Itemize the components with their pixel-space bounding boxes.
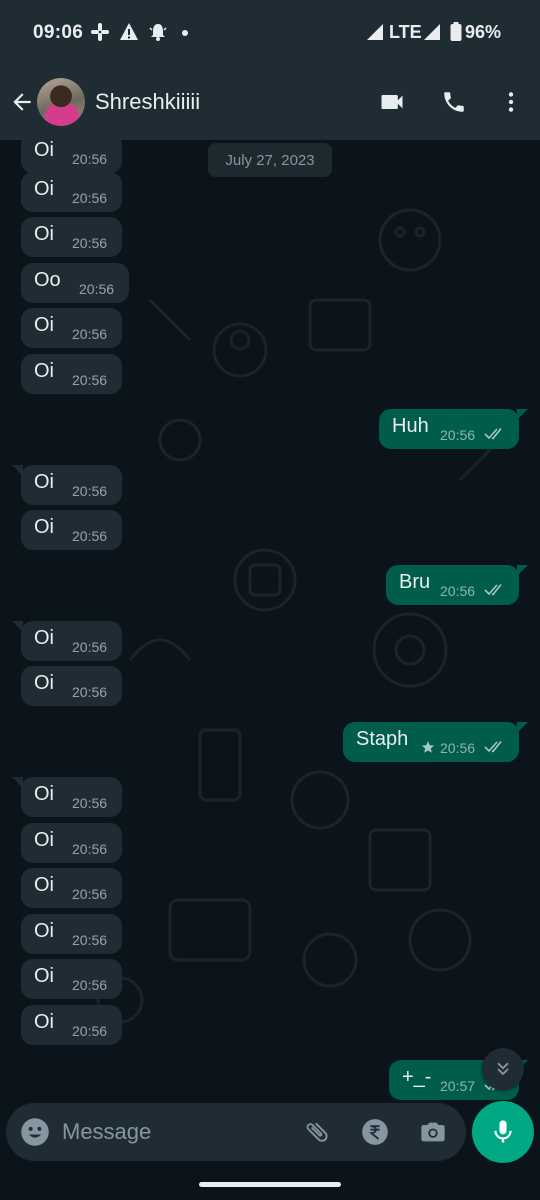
message-text: Oi	[34, 223, 54, 245]
message-text: Oi	[34, 314, 54, 336]
message-time: 20:56	[440, 427, 476, 443]
message-time: 20:56	[72, 684, 108, 700]
message-text: Oi	[34, 178, 54, 200]
mic-icon	[494, 1120, 512, 1143]
message-text: Oi	[34, 140, 54, 161]
status-bar: 09:06 LTE 96%	[0, 0, 540, 64]
message-bubble-incoming[interactable]: Oi 20:56	[21, 1005, 122, 1045]
slack-icon	[90, 22, 110, 42]
message-time: 20:56	[72, 326, 108, 342]
contact-name[interactable]: Shreshkiiiii	[95, 89, 200, 115]
message-bubble-incoming[interactable]: Oi 20:56	[12, 465, 122, 505]
message-text: Oi	[34, 627, 54, 649]
message-text: Oi	[34, 516, 54, 538]
message-text: Oi	[34, 829, 54, 851]
message-time: 20:56	[72, 528, 108, 544]
dot-icon	[181, 22, 189, 42]
message-bubble-outgoing[interactable]: Bru 20:56	[386, 565, 528, 605]
message-text: Oi	[34, 360, 54, 382]
message-text: Oi	[34, 965, 54, 987]
message-time: 20:56	[72, 932, 108, 948]
message-text: Oi	[34, 471, 54, 493]
message-time: 20:56	[72, 483, 108, 499]
emoji-icon[interactable]	[20, 1117, 50, 1147]
message-time: 20:56	[72, 639, 108, 655]
star-icon	[421, 741, 435, 753]
message-bubble-incoming[interactable]: Oi 20:56	[21, 217, 122, 257]
signal-icon	[366, 22, 384, 42]
message-time: 20:56	[72, 151, 108, 167]
message-time: 20:56	[72, 1023, 108, 1039]
message-text: Oi	[34, 1011, 54, 1033]
message-time: 20:57	[440, 1078, 476, 1094]
message-bubble-incoming[interactable]: Oi 20:56	[21, 140, 122, 173]
back-arrow-icon[interactable]	[6, 86, 38, 118]
message-text: Oi	[34, 783, 54, 805]
message-bubble-incoming[interactable]: Oi 20:56	[12, 621, 122, 661]
message-bubble-incoming[interactable]: Oi 20:56	[21, 666, 122, 706]
status-time: 09:06	[33, 22, 84, 43]
message-text: +_-	[402, 1066, 432, 1088]
message-text: Oi	[34, 920, 54, 942]
message-bubble-incoming[interactable]: Oi 20:56	[12, 777, 122, 817]
message-bubble-incoming[interactable]: Oi 20:56	[21, 308, 122, 348]
message-bubble-incoming[interactable]: Oi 20:56	[21, 868, 122, 908]
message-time: 20:56	[72, 977, 108, 993]
message-bubble-outgoing[interactable]: Staph 20:56	[343, 722, 528, 762]
message-time: 20:56	[72, 235, 108, 251]
read-receipt-icon	[484, 428, 502, 440]
message-time: 20:56	[440, 740, 476, 756]
read-receipt-icon	[484, 741, 502, 753]
alert-icon	[119, 22, 139, 42]
message-bubble-incoming[interactable]: Oi 20:56	[21, 823, 122, 863]
phone-icon[interactable]	[438, 86, 470, 118]
message-time: 20:56	[79, 281, 115, 297]
battery-level: 96%	[465, 22, 502, 42]
camera-icon[interactable]	[418, 1117, 448, 1147]
rupee-payment-icon[interactable]	[360, 1117, 390, 1147]
message-text: Oi	[34, 672, 54, 694]
notification-bell-icon	[148, 22, 168, 42]
read-receipt-icon	[484, 584, 502, 596]
message-time: 20:56	[72, 841, 108, 857]
message-bubble-incoming[interactable]: Oi 20:56	[21, 959, 122, 999]
message-time: 20:56	[72, 372, 108, 388]
message-input[interactable]	[62, 1111, 282, 1153]
chat-area[interactable]: July 27, 2023 Oi 20:56 Oi 20:56 Oi 20:56…	[0, 140, 540, 1100]
chat-header: Shreshkiiiii	[0, 64, 540, 140]
voice-record-button[interactable]	[472, 1101, 534, 1163]
message-bubble-incoming[interactable]: Oo 20:56	[21, 263, 129, 303]
message-bubble-incoming[interactable]: Oi 20:56	[21, 914, 122, 954]
date-chip: July 27, 2023	[208, 143, 332, 177]
message-bubble-incoming[interactable]: Oi 20:56	[21, 510, 122, 550]
home-gesture-handle[interactable]	[199, 1182, 341, 1187]
message-text: Oi	[34, 874, 54, 896]
network-type: LTE	[389, 22, 422, 42]
message-text: Huh	[392, 415, 429, 437]
double-chevron-down-icon	[497, 1062, 509, 1076]
battery-icon	[450, 22, 462, 42]
lte-signal-icon	[423, 22, 441, 42]
video-call-icon[interactable]	[376, 86, 408, 118]
message-bubble-incoming[interactable]: Oi 20:56	[21, 172, 122, 212]
avatar[interactable]	[37, 78, 85, 126]
message-time: 20:56	[72, 190, 108, 206]
message-time: 20:56	[72, 795, 108, 811]
message-bubble-outgoing[interactable]: Huh 20:56	[379, 409, 528, 449]
message-text: Oo	[34, 269, 61, 291]
attach-icon[interactable]	[302, 1117, 332, 1147]
message-text: Staph	[356, 728, 409, 750]
more-vert-icon[interactable]	[495, 86, 527, 118]
scroll-to-bottom-button[interactable]	[482, 1048, 524, 1090]
message-composer	[6, 1103, 466, 1161]
message-time: 20:56	[440, 583, 476, 599]
system-nav-bar	[0, 1165, 540, 1200]
message-time: 20:56	[72, 886, 108, 902]
message-bubble-incoming[interactable]: Oi 20:56	[21, 354, 122, 394]
message-text: Bru	[399, 571, 431, 593]
